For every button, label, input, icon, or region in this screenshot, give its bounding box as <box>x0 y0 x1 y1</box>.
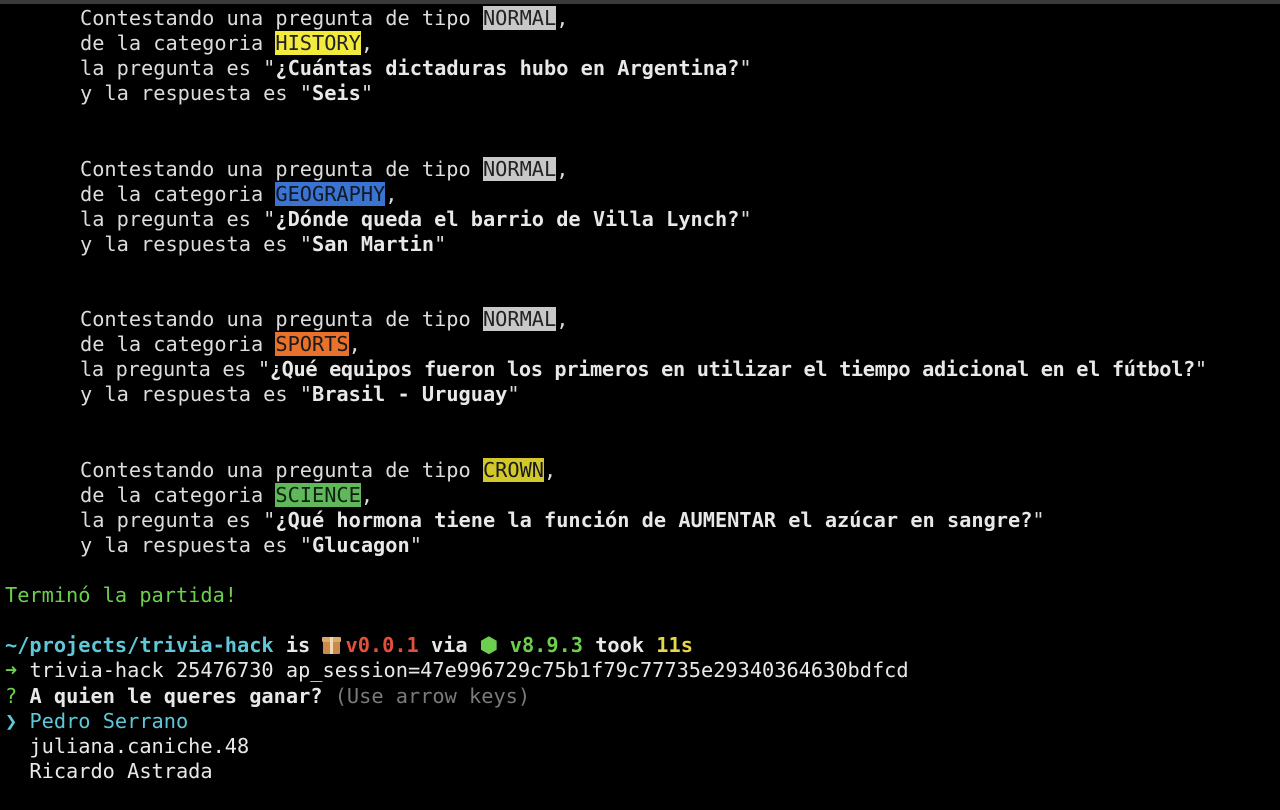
option-item-selected[interactable]: ❯ Pedro Serrano <box>5 709 1280 734</box>
option-item[interactable]: juliana.caniche.48 <box>5 734 1280 759</box>
pointer-icon: ❯ <box>5 708 18 733</box>
question-text: ¿Qué equipos fueron los primeros en util… <box>269 357 1195 382</box>
answer-block: Contestando una pregunta de tipo NORMAL,… <box>5 6 1280 106</box>
comma: , <box>385 181 398 206</box>
type-prefix: Contestando una pregunta de tipo <box>80 457 483 482</box>
quote: " <box>434 231 447 256</box>
question-line: la pregunta es "¿Qué equipos fueron los … <box>5 357 1280 382</box>
type-badge: NORMAL <box>482 156 557 181</box>
comma: , <box>556 307 569 332</box>
question-prefix: la pregunta es " <box>80 56 276 81</box>
category-badge: HISTORY <box>275 31 361 56</box>
type-badge: NORMAL <box>482 307 557 332</box>
quote: " <box>507 382 520 407</box>
answer-prefix: y la respuesta es " <box>80 231 312 256</box>
type-prefix: Contestando una pregunta de tipo <box>80 156 483 181</box>
question-prefix: la pregunta es " <box>80 507 276 532</box>
answer-block: Contestando una pregunta de tipo CROWN, … <box>5 457 1280 558</box>
quote: " <box>739 206 752 231</box>
answer-text: Seis <box>312 81 361 106</box>
answer-line: y la respuesta es "Brasil - Uruguay" <box>5 382 1280 407</box>
answer-prefix: y la respuesta es " <box>80 81 312 106</box>
type-badge: CROWN <box>482 457 545 482</box>
answer-line: y la respuesta es "Seis" <box>5 81 1280 106</box>
answer-text: San Martin <box>312 231 435 256</box>
answer-line: y la respuesta es "San Martin" <box>5 232 1280 257</box>
node-hexagon-icon: ⬢ <box>479 633 498 658</box>
question-text: ¿Cuántas dictaduras hubo en Argentina? <box>275 56 740 81</box>
quote: " <box>360 81 374 106</box>
arrow-right-icon: ➜ <box>5 658 18 683</box>
type-prefix: Contestando una pregunta de tipo <box>80 6 483 30</box>
type-line: Contestando una pregunta de tipo NORMAL, <box>5 6 1280 31</box>
question-prefix: la pregunta es " <box>80 357 270 382</box>
comma: , <box>556 6 569 30</box>
game-over-message: Terminó la partida! <box>5 583 237 608</box>
category-line: de la categoria HISTORY, <box>5 31 1280 56</box>
question-line: la pregunta es "¿Cuántas dictaduras hubo… <box>5 56 1280 81</box>
prompt-via: via <box>418 633 480 658</box>
answer-text: Glucagon <box>312 532 410 557</box>
answer-text: Brasil - Uruguay <box>312 382 508 407</box>
answer-prefix: y la respuesta es " <box>80 532 312 557</box>
command-text: trivia-hack 25476730 ap_session=47e99672… <box>29 658 909 683</box>
comma: , <box>544 457 557 482</box>
quote: " <box>1194 357 1207 382</box>
option-item[interactable]: Ricardo Astrada <box>5 759 1280 784</box>
category-badge: SCIENCE <box>275 482 361 507</box>
prompt-took: took <box>583 633 657 658</box>
question-prompt-text: A quien le queres ganar? <box>29 683 323 708</box>
quote: " <box>1032 507 1045 532</box>
question-hint: (Use arrow keys) <box>334 683 531 708</box>
quote: " <box>409 532 422 557</box>
command-space <box>17 658 29 682</box>
comma: , <box>556 156 569 181</box>
shell-prompt: ~/projects/trivia-hack is v0.0.1 via ⬢ v… <box>5 633 1280 658</box>
window-top-border <box>0 0 1280 4</box>
option-label: juliana.caniche.48 <box>29 733 250 758</box>
command-line: ➜ trivia-hack 25476730 ap_session=47e996… <box>5 658 1280 683</box>
prompt-is: is <box>273 633 323 658</box>
category-line: de la categoria GEOGRAPHY, <box>5 181 1280 207</box>
category-prefix: de la categoria <box>80 332 276 357</box>
category-line: de la categoria SCIENCE, <box>5 482 1280 508</box>
option-label: Pedro Serrano <box>29 708 189 733</box>
category-badge: GEOGRAPHY <box>275 181 386 206</box>
terminal-output: Contestando una pregunta de tipo NORMAL,… <box>5 6 1280 784</box>
comma: , <box>348 332 361 357</box>
option-label: Ricardo Astrada <box>29 758 213 783</box>
question-text: ¿Qué hormona tiene la función de AUMENTA… <box>275 507 1033 532</box>
prompt-path: ~/projects/trivia-hack <box>5 633 274 658</box>
node-version: v8.9.3 <box>509 633 584 658</box>
type-line: Contestando una pregunta de tipo CROWN, <box>5 457 1280 483</box>
type-line: Contestando una pregunta de tipo NORMAL, <box>5 307 1280 332</box>
answer-line: y la respuesta es "Glucagon" <box>5 533 1280 558</box>
type-badge: NORMAL <box>482 6 557 30</box>
answer-block: Contestando una pregunta de tipo NORMAL,… <box>5 156 1280 257</box>
answer-prefix: y la respuesta es " <box>80 382 312 407</box>
node-version-sep <box>498 633 510 657</box>
inquirer-question: ? A quien le queres ganar? (Use arrow ke… <box>5 684 1280 709</box>
question-text: ¿Dónde queda el barrio de Villa Lynch? <box>275 206 740 231</box>
package-version: v0.0.1 <box>345 633 419 658</box>
package-icon <box>322 636 342 655</box>
question-prefix: la pregunta es " <box>80 206 276 231</box>
type-line: Contestando una pregunta de tipo NORMAL, <box>5 156 1280 182</box>
question-line: la pregunta es "¿Qué hormona tiene la fu… <box>5 508 1280 533</box>
type-prefix: Contestando una pregunta de tipo <box>80 307 483 332</box>
answer-block: Contestando una pregunta de tipo NORMAL,… <box>5 307 1280 407</box>
category-prefix: de la categoria <box>80 31 276 56</box>
quote: " <box>739 56 752 81</box>
command-duration: 11s <box>656 633 693 658</box>
category-badge: SPORTS <box>275 332 349 357</box>
category-line: de la categoria SPORTS, <box>5 332 1280 357</box>
comma: , <box>360 482 374 507</box>
comma: , <box>360 31 374 56</box>
category-prefix: de la categoria <box>80 482 276 507</box>
category-prefix: de la categoria <box>80 181 276 206</box>
question-line: la pregunta es "¿Dónde queda el barrio d… <box>5 207 1280 232</box>
question-mark: ? <box>5 683 18 708</box>
